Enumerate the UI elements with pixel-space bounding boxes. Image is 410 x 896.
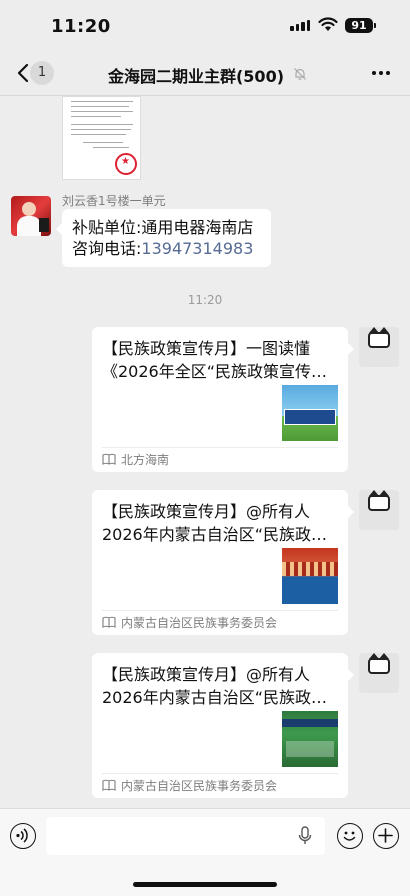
voice-icon <box>16 828 28 843</box>
avatar[interactable] <box>11 196 51 236</box>
battery-tip <box>374 23 376 28</box>
voice-button[interactable] <box>10 823 36 849</box>
nav-bar: 1 金海园二期业主群(500) <box>0 52 410 96</box>
message-line: 补贴单位:通用电器海南店 <box>72 218 254 237</box>
plus-icon <box>378 828 393 843</box>
chat-title-text: 金海园二期业主群(500) <box>107 67 285 86</box>
cat-logo-icon <box>368 653 390 674</box>
message-line: 咨询电话:13947314983 <box>72 238 261 259</box>
card-title: 【民族政策宣传月】@所有人 2026年内蒙古自治区“民族政策宣传月” <box>102 663 338 709</box>
timestamp: 11:20 <box>187 293 223 307</box>
card-source-name: 内蒙古自治区民族事务委员会 <box>121 615 278 630</box>
cat-logo-icon <box>368 327 390 348</box>
battery-icon: 91 <box>345 18 373 33</box>
signal-icon <box>290 20 310 31</box>
emoji-icon <box>343 831 356 841</box>
card-title-line: 2026年内蒙古自治区“民族政策宣传月” <box>102 525 332 544</box>
card-thumbnail <box>282 385 338 441</box>
phone-link[interactable]: 13947314983 <box>141 239 253 258</box>
message-prefix: 咨询电话: <box>72 239 142 258</box>
card-source-name: 北方海南 <box>121 452 170 467</box>
avatar[interactable] <box>359 327 399 367</box>
home-indicator <box>133 882 277 887</box>
card-source: 北方海南 <box>102 451 169 467</box>
card-thumbnail <box>282 711 338 767</box>
book-icon <box>102 453 116 465</box>
document-image[interactable] <box>62 96 141 180</box>
divider <box>102 610 338 611</box>
text-message-bubble[interactable]: 补贴单位:通用电器海南店 咨询电话:13947314983 <box>56 209 271 267</box>
status-time: 11:20 <box>51 16 111 37</box>
book-icon <box>102 616 116 628</box>
article-card[interactable]: 【民族政策宣传月】@所有人 2026年内蒙古自治区“民族政策宣传月” 内蒙古自治… <box>92 490 354 635</box>
emoji-button[interactable] <box>337 823 363 849</box>
wifi-icon <box>318 17 338 31</box>
card-title: 【民族政策宣传月】@所有人 2026年内蒙古自治区“民族政策宣传月” <box>102 500 338 546</box>
seal-icon <box>115 153 137 175</box>
card-title: 【民族政策宣传月】一图读懂 《2026年全区“民族政策宣传月”活动 <box>102 337 338 383</box>
avatar[interactable] <box>359 490 399 530</box>
card-title-line: 【民族政策宣传月】@所有人 <box>102 665 311 684</box>
card-title-line: 【民族政策宣传月】@所有人 <box>102 502 311 521</box>
bell-slash-icon <box>294 68 306 80</box>
article-card[interactable]: 【民族政策宣传月】@所有人 2026年内蒙古自治区“民族政策宣传月” 内蒙古自治… <box>92 653 354 798</box>
plus-button[interactable] <box>373 823 399 849</box>
card-source: 内蒙古自治区民族事务委员会 <box>102 614 277 630</box>
card-title-line: 《2026年全区“民族政策宣传月”活动 <box>102 362 332 381</box>
cat-logo-icon <box>368 490 390 511</box>
microphone-icon[interactable] <box>298 826 312 846</box>
avatar[interactable] <box>359 653 399 693</box>
message-input[interactable] <box>46 817 325 855</box>
book-icon <box>102 779 116 791</box>
divider <box>102 447 338 448</box>
card-title-line: 【民族政策宣传月】一图读懂 <box>102 339 311 358</box>
card-source: 内蒙古自治区民族事务委员会 <box>102 777 277 793</box>
card-title-line: 2026年内蒙古自治区“民族政策宣传月” <box>102 688 332 707</box>
sender-name: 刘云香1号楼一单元 <box>62 194 166 208</box>
chat-title: 金海园二期业主群(500) <box>0 63 410 87</box>
divider <box>102 773 338 774</box>
card-thumbnail <box>282 548 338 604</box>
article-card[interactable]: 【民族政策宣传月】一图读懂 《2026年全区“民族政策宣传月”活动 北方海南 <box>92 327 354 472</box>
ellipsis-icon[interactable] <box>372 71 390 75</box>
status-bar: 11:20 91 <box>0 0 410 52</box>
card-source-name: 内蒙古自治区民族事务委员会 <box>121 778 278 793</box>
